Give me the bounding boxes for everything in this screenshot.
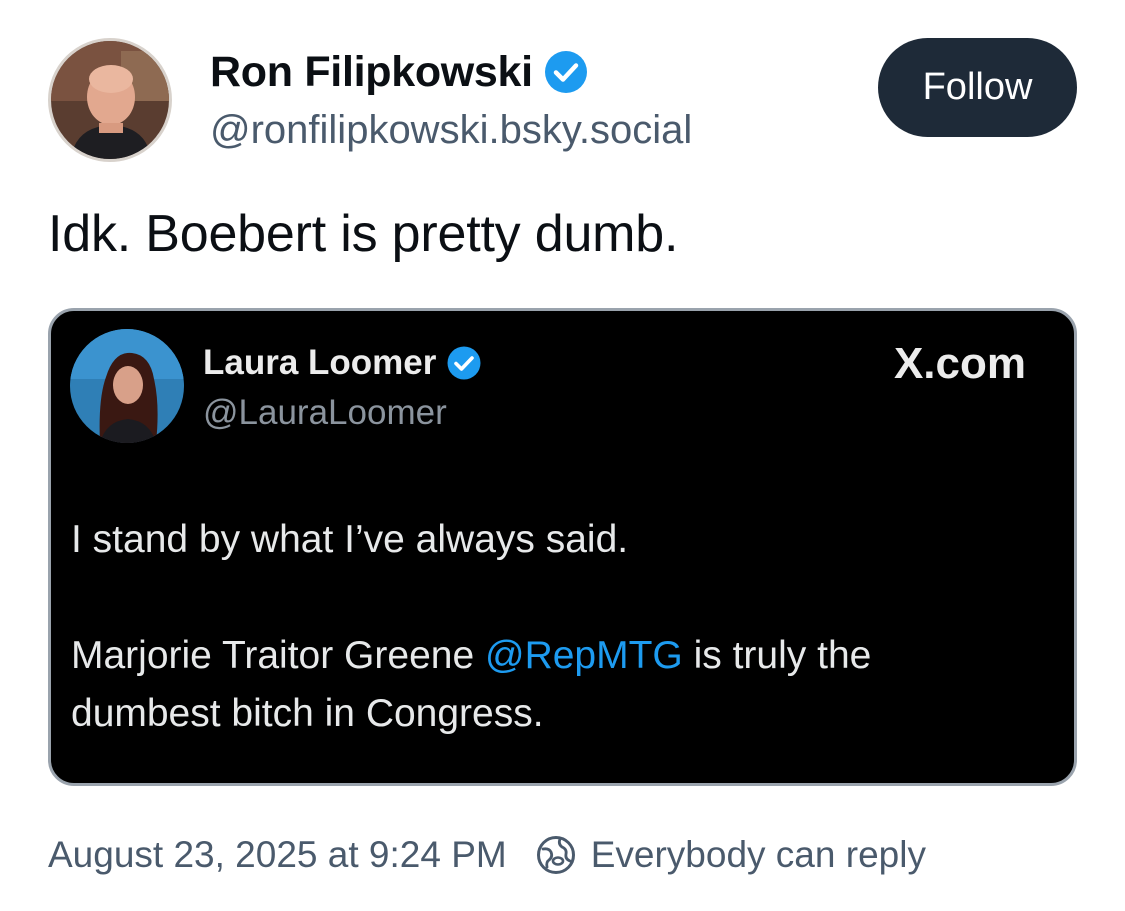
embed-line-2: Marjorie Traitor Greene @RepMTG is truly… <box>71 627 1031 685</box>
embed-avatar-image <box>70 329 184 443</box>
post-text: Idk. Boebert is pretty dumb. <box>48 205 679 263</box>
embed-source-label: X.com <box>893 339 1026 388</box>
author-handle[interactable]: @ronfilipkowski.bsky.social <box>210 108 692 153</box>
embed-line-1: I stand by what I’ve always said. <box>71 518 629 561</box>
embed-verified-badge-icon <box>446 345 482 381</box>
embed-line-3: dumbest bitch in Congress. <box>71 692 544 735</box>
embed-line-2-after: is truly the <box>682 634 872 677</box>
post-footer: August 23, 2025 at 9:24 PM Everybody can… <box>48 834 926 876</box>
post-container: Ron Filipkowski @ronfilipkowski.bsky.soc… <box>0 0 1125 911</box>
embedded-post-card[interactable]: Laura Loomer @LauraLoomer X.com I stand … <box>48 308 1077 786</box>
embed-author-name: Laura Loomer <box>203 343 437 382</box>
embed-author-avatar <box>70 329 184 443</box>
reply-setting-label[interactable]: Everybody can reply <box>591 834 926 876</box>
follow-button[interactable]: Follow <box>878 38 1077 137</box>
embed-author-handle: @LauraLoomer <box>203 393 447 432</box>
author-name-row: Ron Filipkowski <box>210 44 589 100</box>
author-avatar[interactable] <box>48 38 172 162</box>
post-timestamp[interactable]: August 23, 2025 at 9:24 PM <box>48 834 507 876</box>
author-avatar-image <box>51 41 169 159</box>
globe-reply-icon <box>535 834 577 876</box>
embed-body: I stand by what I’ve always said. Marjor… <box>71 511 1031 743</box>
embed-name-row: Laura Loomer <box>203 341 482 385</box>
author-display-name[interactable]: Ron Filipkowski <box>210 48 533 97</box>
verified-badge-icon <box>543 49 589 95</box>
embed-line-2-before: Marjorie Traitor Greene <box>71 634 485 677</box>
mention-link[interactable]: @RepMTG <box>485 634 683 677</box>
